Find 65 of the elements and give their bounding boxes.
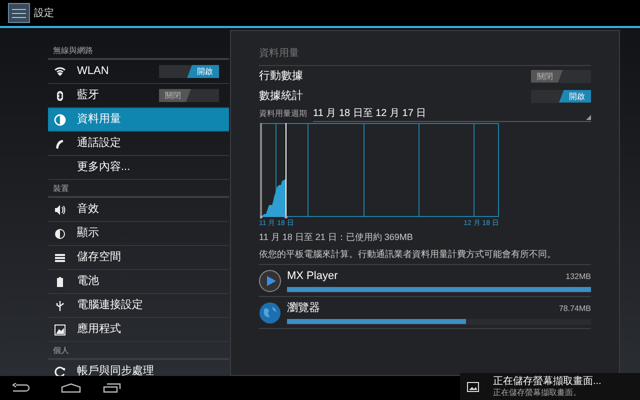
item-label: 資料用量	[77, 112, 122, 128]
home-icon[interactable]	[61, 383, 81, 393]
usb-icon	[54, 300, 66, 312]
apps-icon	[54, 324, 66, 336]
settings-item[interactable]: 通話設定	[48, 132, 229, 156]
sync-icon	[54, 366, 66, 376]
notification-text: 正在儲存螢幕擷取畫面。	[493, 388, 582, 396]
app-name: MX Player	[287, 269, 338, 284]
settings-app-icon[interactable]	[8, 3, 30, 23]
item-label: 顯示	[77, 226, 100, 242]
toggle-switch[interactable]: 關閉	[159, 89, 219, 102]
back-icon[interactable]	[12, 383, 30, 393]
toggle-switch[interactable]: 開啟	[531, 90, 591, 102]
usage-amount: 132MB	[566, 271, 591, 284]
item-label: WLAN	[77, 64, 110, 80]
storage-icon	[54, 252, 66, 264]
cycle-dropdown[interactable]: 11 月 18 日至 12 月 17 日	[313, 106, 591, 122]
phone-icon	[54, 138, 66, 150]
app-usage-row[interactable]: 瀏覽器 78.74MB	[259, 297, 591, 329]
toggle-label: 行動數據	[259, 68, 304, 84]
notification[interactable]: 正在儲存螢幕擷取畫面... 正在儲存螢幕擷取畫面。	[460, 373, 640, 400]
recent-apps-icon[interactable]	[103, 383, 121, 393]
settings-item[interactable]: 儲存空間	[48, 246, 229, 270]
item-label: 音效	[77, 202, 100, 218]
section-header: 無線與網路	[53, 45, 93, 57]
toggle-switch[interactable]: 開啟	[159, 65, 219, 78]
usage-note: 依您的平板電腦來計算。行動通訊業者資料用量計費方式可能會有所不同。	[259, 248, 557, 260]
item-label: 通話設定	[77, 136, 122, 152]
wifi-icon	[54, 66, 66, 78]
item-label: 應用程式	[77, 322, 122, 338]
section-header: 裝置	[53, 183, 69, 195]
play-icon	[259, 270, 281, 292]
item-label: 儲存空間	[77, 250, 122, 266]
settings-item[interactable]: 顯示	[48, 222, 229, 246]
section-header: 個人	[53, 345, 69, 357]
notification-title: 正在儲存螢幕擷取畫面...	[493, 376, 602, 386]
settings-item[interactable]: 更多內容...	[48, 156, 229, 180]
usage-amount: 78.74MB	[558, 303, 591, 316]
settings-item[interactable]: WLAN 開啟	[48, 60, 229, 84]
item-label: 電腦連接設定	[77, 298, 144, 314]
speaker-icon	[54, 204, 66, 216]
item-label: 更多內容...	[77, 160, 132, 176]
cycle-label: 資料用量週期	[259, 108, 307, 120]
battery-icon	[54, 276, 66, 288]
image-icon	[467, 382, 479, 392]
usage-summary: 11 月 18 日至 21 日：已使用約 369MB	[259, 231, 414, 243]
settings-item[interactable]: 資料用量	[48, 108, 229, 132]
item-label: 電池	[77, 274, 100, 290]
settings-item[interactable]: 音效	[48, 198, 229, 222]
dropdown-corner-icon	[586, 115, 591, 120]
settings-item[interactable]: 應用程式	[48, 318, 229, 342]
contrast-icon	[54, 228, 66, 240]
app-usage-row[interactable]: MX Player 132MB	[259, 265, 591, 297]
item-label: 帳戶與同步處理	[77, 364, 155, 376]
settings-item[interactable]: 電池	[48, 270, 229, 294]
app-title: 設定	[34, 6, 54, 20]
app-name: 瀏覽器	[287, 301, 320, 316]
pie-icon	[54, 114, 66, 126]
item-label: 藍牙	[77, 88, 100, 104]
globe-icon	[259, 302, 281, 324]
bluetooth-icon	[54, 90, 66, 102]
toggle-switch[interactable]: 關閉	[531, 70, 591, 82]
panel-title: 資料用量	[259, 41, 591, 66]
toggle-label: 數據統計	[259, 88, 304, 104]
settings-item[interactable]: 電腦連接設定	[48, 294, 229, 318]
